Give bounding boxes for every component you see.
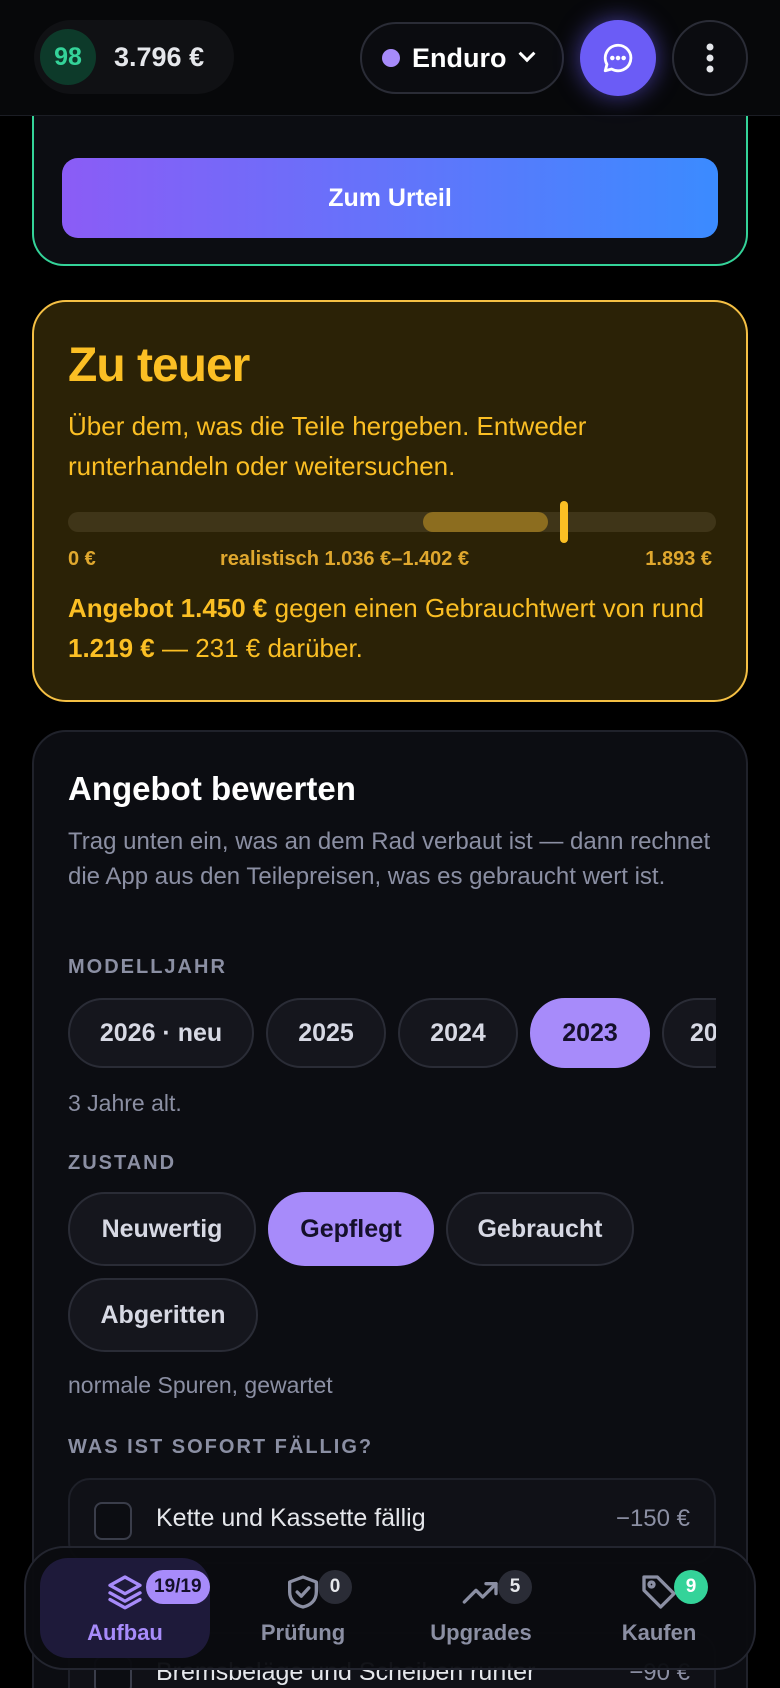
due-item-price: −150 €	[615, 1505, 690, 1532]
year-chip-2022[interactable]: 2022	[662, 998, 716, 1068]
condition-helper: normale Spuren, gewartet	[68, 1372, 333, 1398]
nav-upgrades[interactable]: 5 Upgrades	[396, 1558, 566, 1658]
verdict-title: Zu teuer	[68, 339, 250, 392]
evaluate-description: Trag unten ein, was an dem Rad verbaut i…	[68, 828, 711, 890]
year-chip-2025[interactable]: 2025	[266, 998, 386, 1068]
chevron-down-icon	[518, 45, 535, 63]
nav-badge-upgrades: 5	[498, 1570, 532, 1604]
condition-chips-row-1: Neuwertig Gepflegt Gebraucht	[68, 1192, 716, 1268]
nav-badge-kaufen: 9	[674, 1570, 708, 1604]
chat-button[interactable]	[580, 20, 656, 96]
tag-icon	[642, 1575, 676, 1609]
category-selector[interactable]: Enduro	[360, 22, 564, 94]
evaluate-title: Angebot bewerten	[68, 770, 356, 807]
used-value-amount: 1.219 €	[68, 633, 155, 663]
vertical-dots-icon	[706, 43, 714, 73]
condition-chips-row-2: Abgeritten	[68, 1278, 716, 1354]
note-difference: — 231 € darüber.	[154, 633, 363, 663]
evaluate-offer-card: Angebot bewerten Trag unten ein, was an …	[32, 730, 748, 1688]
condition-chip-abgeritten[interactable]: Abgeritten	[68, 1278, 258, 1352]
nav-kaufen[interactable]: 9 Kaufen	[574, 1558, 744, 1658]
condition-label: ZUSTAND	[68, 1152, 177, 1174]
checkbox[interactable]	[94, 1502, 132, 1540]
nav-aufbau[interactable]: 19/19 Aufbau	[40, 1558, 210, 1658]
condition-chip-gepflegt[interactable]: Gepflegt	[268, 1192, 434, 1266]
app-screen: 98 3.796 € Enduro Zum Urteil Zu teuer Üb…	[0, 0, 780, 1688]
nav-label-kaufen: Kaufen	[621, 1620, 697, 1645]
verdict-note: Angebot 1.450 € gegen einen Gebrauchtwer…	[68, 588, 728, 668]
due-label: WAS IST SOFORT FÄLLIG?	[68, 1436, 374, 1458]
verdict-card: Zu teuer Über dem, was die Teile hergebe…	[32, 300, 748, 702]
trending-up-icon	[462, 1582, 498, 1604]
realistic-range-bar	[422, 512, 548, 532]
category-label: Enduro	[412, 42, 507, 73]
verdict-subtitle: Über dem, was die Teile hergeben. Entwed…	[68, 411, 587, 481]
scale-range-label: realistisch 1.036 €–1.402 €	[220, 548, 470, 570]
to-verdict-button[interactable]: Zum Urteil	[62, 158, 718, 238]
layers-icon	[108, 1575, 142, 1610]
top-bar: 98 3.796 € Enduro	[0, 0, 780, 116]
bottom-navigation: 19/19 Aufbau 0 Prüfung 5 Upgrades 9 Kauf…	[24, 1546, 756, 1670]
offer-amount: Angebot 1.450 €	[68, 593, 268, 623]
score-balance-pill[interactable]: 98 3.796 €	[34, 20, 234, 94]
chat-bubble-icon	[603, 43, 633, 73]
year-chip-2026[interactable]: 2026 · neu	[68, 998, 254, 1068]
model-year-helper: 3 Jahre alt.	[68, 1090, 182, 1116]
category-dot-icon	[382, 49, 400, 67]
due-item-label: Kette und Kassette fällig	[156, 1504, 426, 1532]
condition-chip-gebraucht[interactable]: Gebraucht	[446, 1192, 634, 1266]
offer-marker	[560, 501, 569, 543]
price-scale-track	[68, 501, 716, 543]
balance-amount: 3.796 €	[114, 41, 205, 72]
scale-max-label: 1.893 €	[645, 548, 712, 570]
model-year-label: MODELLJAHR	[68, 956, 227, 978]
scale-min-label: 0 €	[68, 548, 96, 570]
nav-badge-aufbau: 19/19	[146, 1570, 210, 1604]
shield-check-icon	[288, 1575, 318, 1609]
condition-chip-neuwertig[interactable]: Neuwertig	[68, 1192, 256, 1266]
nav-badge-pruefung: 0	[318, 1570, 352, 1604]
nav-label-pruefung: Prüfung	[260, 1620, 346, 1645]
year-chip-2023[interactable]: 2023	[530, 998, 650, 1068]
nav-label-upgrades: Upgrades	[430, 1620, 532, 1645]
more-options-button[interactable]	[672, 20, 748, 96]
score-badge: 98	[40, 29, 96, 85]
year-chip-2024[interactable]: 2024	[398, 998, 518, 1068]
nav-label-aufbau: Aufbau	[87, 1620, 163, 1645]
model-year-chips: 2026 · neu 2025 2024 2023 2022	[68, 998, 716, 1072]
nav-pruefung[interactable]: 0 Prüfung	[218, 1558, 388, 1658]
note-text: gegen einen Gebrauchtwert von rund	[267, 593, 704, 623]
